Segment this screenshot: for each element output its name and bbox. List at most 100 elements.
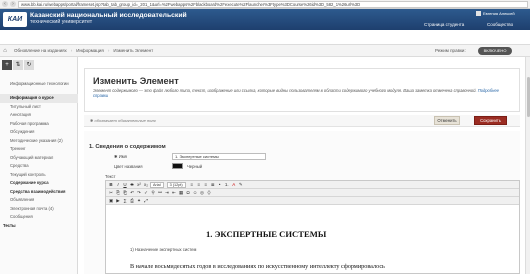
refresh-icon[interactable]: ↻ — [24, 60, 34, 70]
edit-mode-toggle[interactable]: ВКЛЮЧЕНО — [478, 47, 512, 55]
text-color-icon[interactable]: A — [231, 182, 237, 188]
symbol-icon[interactable]: Ω — [185, 190, 191, 196]
undo-icon[interactable]: ↶ — [129, 190, 135, 196]
back-icon[interactable]: ‹ — [2, 1, 8, 7]
strikethrough-icon[interactable]: S — [129, 182, 135, 188]
sidebar-item[interactable]: Информация о курсе — [0, 94, 78, 103]
align-left-icon[interactable]: ≡ — [189, 182, 195, 188]
sidebar-item[interactable]: Методические указания (2) — [0, 137, 78, 146]
font-select[interactable]: Arial — [150, 181, 164, 188]
avatar — [476, 11, 481, 17]
home-icon[interactable]: ⌂ — [0, 48, 10, 54]
highlight-icon[interactable]: ✎ — [238, 182, 244, 188]
text-label: Текст — [105, 174, 116, 179]
preview-icon[interactable]: ◎ — [199, 190, 205, 196]
address-field[interactable]: www.bb.kai.ru/webapps/portal/frameset.js… — [18, 0, 528, 8]
outdent-icon[interactable]: ⇤ — [171, 190, 177, 196]
edit-mode-label: Режим правки: — [435, 48, 466, 53]
name-field[interactable]: 1. Экспертные системы — [172, 153, 266, 160]
document-paragraph: В начале восьмидесятых годов в исследова… — [130, 263, 385, 270]
sidebar-item[interactable]: Объявления — [0, 196, 78, 205]
paste-icon[interactable]: ⎗ — [122, 190, 128, 196]
form-actions-top: ✱ обозначает обязательные поля Отменить … — [84, 115, 520, 127]
title-color-label: Цвет названия — [114, 164, 143, 169]
page-header: Изменить Элемент Элемент содержимого — э… — [84, 68, 520, 112]
university-title: Казанский национальный исследовательский — [30, 12, 187, 19]
reorder-icon[interactable]: ⇅ — [13, 60, 23, 70]
table-icon[interactable]: ▦ — [178, 190, 184, 196]
community-link[interactable]: Сообщество — [487, 22, 513, 27]
color-value: Черный — [187, 164, 203, 169]
bold-icon[interactable]: B — [108, 182, 114, 188]
course-menu: Информационные технологии Информация о ку… — [0, 80, 78, 230]
insert-math-icon[interactable]: ∑ — [122, 198, 128, 204]
submit-button[interactable]: Сохранить — [474, 116, 507, 125]
editor-toolbar-3: ▣ ▶ ∑ ⎙ ✦ ⤢ — [106, 197, 519, 205]
editor-toolbar-1: B I U S x² x₂ Arial 3 (12pt) ≡ ≡ ≡ ≣ • 1… — [106, 181, 519, 189]
bullet-list-icon[interactable]: • — [217, 182, 223, 188]
university-subtitle: технический университет — [30, 19, 93, 25]
mashup-icon[interactable]: ✦ — [136, 198, 142, 204]
superscript-icon[interactable]: x² — [136, 182, 142, 188]
fullscreen-icon[interactable]: ⤢ — [143, 198, 149, 204]
sidebar-item[interactable]: Сообщения — [0, 213, 78, 222]
add-menu-item-icon[interactable]: + — [2, 60, 12, 70]
document-subheading: 1) Назначение экспертных систем — [130, 247, 197, 252]
attach-file-icon[interactable]: ⎙ — [129, 198, 135, 204]
numbered-list-icon[interactable]: 1. — [224, 182, 230, 188]
redo-icon[interactable]: ↷ — [136, 190, 142, 196]
sidebar-item[interactable]: Тесты — [0, 222, 78, 231]
insert-image-icon[interactable]: ▣ — [108, 198, 114, 204]
student-page-link[interactable]: Страница студента — [424, 22, 464, 27]
sidebar-item[interactable]: Рабочая программа — [0, 120, 78, 129]
html-icon[interactable]: ⟨⟩ — [206, 190, 212, 196]
page-description: Элемент содержимого — это файл любого ти… — [93, 88, 499, 98]
document-heading: 1. ЭКСПЕРТНЫЕ СИСТЕМЫ — [206, 229, 327, 239]
insert-media-icon[interactable]: ▶ — [115, 198, 121, 204]
page-title: Изменить Элемент — [93, 76, 179, 86]
size-select[interactable]: 3 (12pt) — [166, 181, 186, 188]
required-note: ✱ обозначает обязательные поля — [90, 118, 156, 123]
underline-icon[interactable]: U — [122, 182, 128, 188]
content-info-section: 1. Сведения о содержимом ✱ Имя 1. Экспер… — [84, 131, 520, 274]
forward-icon[interactable]: › — [10, 1, 16, 7]
sidebar-item[interactable]: Содержание курса — [0, 179, 78, 188]
editor-toolbar-2: ✂ ⎘ ⎗ ↶ ↷ ✓ ⚲ ⚯ ⇥ ⇤ ▦ Ω ☺ ◎ ⟨⟩ — [106, 189, 519, 197]
justify-icon[interactable]: ≣ — [210, 182, 216, 188]
unlink-icon[interactable]: ⚯ — [157, 190, 163, 196]
subscript-icon[interactable]: x₂ — [143, 182, 149, 188]
section-title: 1. Сведения о содержимом — [89, 144, 166, 150]
italic-icon[interactable]: I — [115, 182, 121, 188]
breadcrumb-item[interactable]: Обновление на изданиях — [10, 46, 71, 55]
course-menu-tools: + ⇅ ↻ — [0, 57, 78, 75]
emoticon-icon[interactable]: ☺ — [192, 190, 198, 196]
sidebar-item[interactable]: Аннотация — [0, 111, 78, 120]
sidebar-item[interactable]: Обучающий материал — [0, 154, 78, 163]
color-picker[interactable] — [172, 163, 183, 169]
site-header: КАИ Казанский национальный исследователь… — [0, 9, 530, 30]
sidebar-item[interactable]: Информационные технологии — [0, 80, 78, 94]
text-editor[interactable]: B I U S x² x₂ Arial 3 (12pt) ≡ ≡ ≡ ≣ • 1… — [105, 180, 520, 274]
sidebar-item[interactable]: Текущий контроль — [0, 171, 78, 180]
page-scrollbar[interactable] — [525, 57, 530, 274]
kai-logo[interactable]: КАИ — [3, 12, 27, 27]
align-center-icon[interactable]: ≡ — [196, 182, 202, 188]
sidebar-item[interactable]: Средства — [0, 162, 78, 171]
align-right-icon[interactable]: ≡ — [203, 182, 209, 188]
sidebar-item[interactable]: Обсуждения — [0, 128, 78, 137]
sidebar-item[interactable]: Титульный лист — [0, 103, 78, 112]
user-menu[interactable]: Евгения Алексей — [476, 11, 515, 17]
sidebar-item[interactable]: Средства взаимодействия — [0, 188, 78, 197]
sidebar-item[interactable]: Электронная почта (4) — [0, 205, 78, 214]
screen: ‹ › www.bb.kai.ru/webapps/portal/framese… — [0, 0, 530, 274]
spellcheck-icon[interactable]: ✓ — [143, 190, 149, 196]
main-content: Изменить Элемент Элемент содержимого — э… — [78, 57, 530, 274]
indent-icon[interactable]: ⇥ — [164, 190, 170, 196]
sidebar-item[interactable]: Тренинг — [0, 145, 78, 154]
link-icon[interactable]: ⚲ — [150, 190, 156, 196]
copy-icon[interactable]: ⎘ — [115, 190, 121, 196]
cut-icon[interactable]: ✂ — [108, 190, 114, 196]
breadcrumb-current: Изменить Элемент — [113, 48, 154, 53]
cancel-button[interactable]: Отменить — [434, 116, 460, 125]
breadcrumb-item[interactable]: Информация — [72, 46, 108, 55]
